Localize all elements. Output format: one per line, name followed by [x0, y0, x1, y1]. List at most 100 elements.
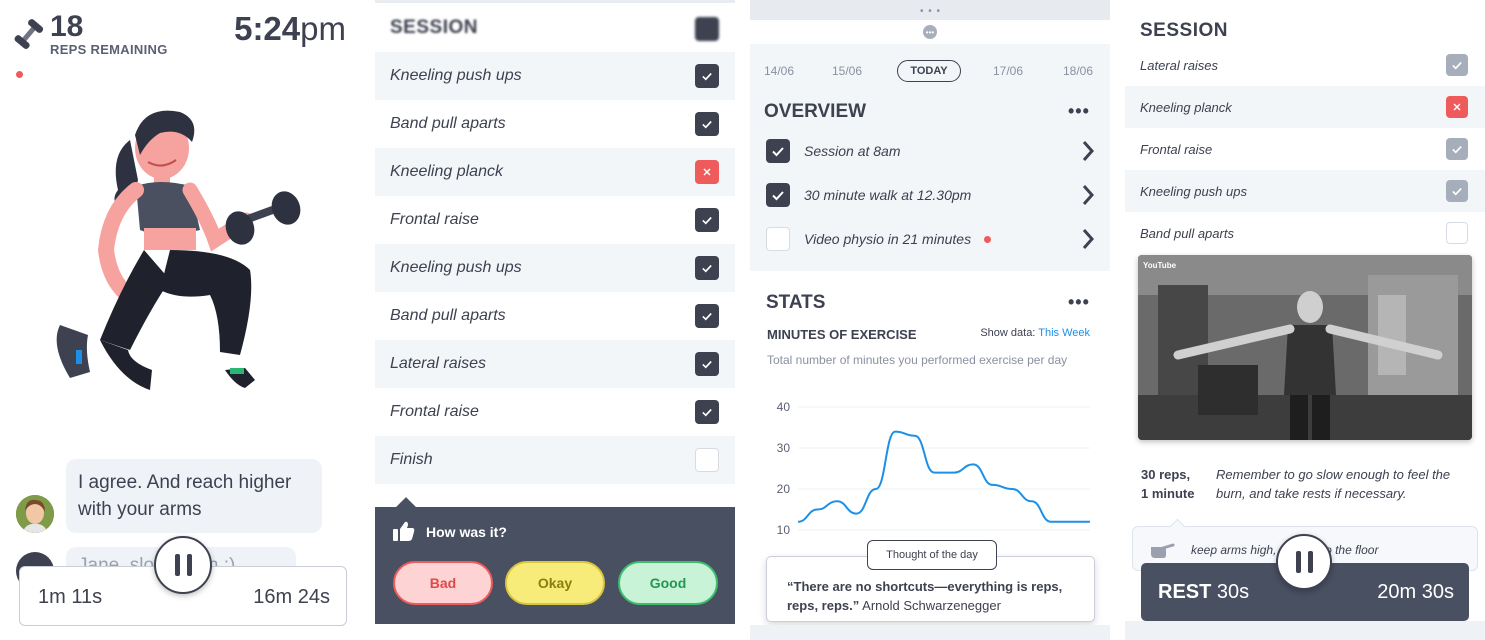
- exercise-instruction: Remember to go slow enough to feel the b…: [1216, 467, 1451, 501]
- session-item[interactable]: Finish: [375, 436, 735, 484]
- date-tab[interactable]: 14/06: [764, 64, 794, 78]
- check-icon: [1452, 187, 1462, 196]
- session-item[interactable]: Band pull aparts: [1125, 212, 1485, 254]
- drag-dots-icon: • • •: [920, 6, 942, 17]
- metric-title: MINUTES OF EXERCISE: [767, 327, 917, 342]
- session-item-checkbox[interactable]: [695, 400, 719, 424]
- session-title: SESSION: [1140, 20, 1228, 41]
- date-tab-today[interactable]: TODAY: [897, 60, 961, 82]
- check-icon: [702, 408, 712, 417]
- session-item-label: Finish: [390, 451, 433, 468]
- session-item-checkbox[interactable]: [695, 208, 719, 232]
- overview-card: 14/06 15/06 TODAY 17/06 18/06 OVERVIEW •…: [750, 44, 1110, 271]
- session-item-label: Band pull aparts: [390, 115, 506, 132]
- date-tab[interactable]: 18/06: [1063, 64, 1093, 78]
- overview-item[interactable]: Session at 8am: [766, 139, 1096, 163]
- video-frame: [1138, 255, 1472, 440]
- session-item[interactable]: Kneeling push ups: [375, 244, 735, 292]
- overview-item[interactable]: Video physio in 21 minutes: [766, 227, 1096, 251]
- session-item-checkbox[interactable]: [695, 112, 719, 136]
- session-item-checkbox[interactable]: [695, 256, 719, 280]
- chart-description: Total number of minutes you performed ex…: [767, 353, 1068, 367]
- session-item[interactable]: Frontal raise: [1125, 128, 1485, 170]
- session-item[interactable]: Kneeling planck: [1125, 86, 1485, 128]
- rest-time: 30s: [1216, 581, 1250, 603]
- coach-avatar[interactable]: [16, 495, 54, 533]
- quote-author: Arnold Schwarzenegger: [862, 598, 1001, 613]
- reps-info: 30 reps, 1 minute: [1141, 465, 1194, 503]
- session-item-label: Kneeling push ups: [1140, 183, 1247, 199]
- session-item-checkbox[interactable]: [695, 352, 719, 376]
- session-item[interactable]: Frontal raise: [375, 196, 735, 244]
- clock: 5:24pm: [234, 10, 346, 48]
- overview-checkbox[interactable]: [766, 139, 790, 163]
- bad-button[interactable]: Bad: [393, 561, 493, 605]
- overview-item[interactable]: 30 minute walk at 12.30pm: [766, 183, 1096, 207]
- session-item-checkbox[interactable]: [1446, 222, 1468, 244]
- y-tick-label: 10: [777, 523, 791, 537]
- youtube-logo: YouTube: [1143, 261, 1177, 270]
- session-item-label: Kneeling push ups: [390, 259, 522, 276]
- drag-handle-bar[interactable]: • • •: [750, 0, 1110, 20]
- session-item-checkbox[interactable]: [1446, 54, 1468, 76]
- feedback-panel: How was it? Bad Okay Good: [375, 497, 735, 624]
- stats-more-icon[interactable]: •••: [1068, 292, 1090, 313]
- session-item[interactable]: Frontal raise: [375, 388, 735, 436]
- show-data-value[interactable]: This Week: [1038, 327, 1090, 339]
- session-item-checkbox[interactable]: [695, 64, 719, 88]
- overview-item-label: Video physio in 21 minutes: [804, 231, 972, 247]
- session-item-checkbox[interactable]: [1446, 138, 1468, 160]
- check-icon: [772, 147, 784, 157]
- session-item-checkbox[interactable]: [695, 448, 719, 472]
- check-icon: [1452, 61, 1462, 70]
- session-item-checkbox[interactable]: [1446, 180, 1468, 202]
- session-item-label: Frontal raise: [1140, 141, 1213, 157]
- show-data-filter[interactable]: Show data: This Week: [980, 327, 1090, 339]
- session-item-label: Frontal raise: [390, 211, 479, 228]
- chat-message-coach: I agree. And reach higher with your arms: [66, 459, 322, 533]
- pause-button[interactable]: [1276, 534, 1332, 590]
- overview-title: OVERVIEW: [764, 101, 867, 122]
- thought-of-day-label: Thought of the day: [867, 540, 997, 570]
- session-item[interactable]: Kneeling push ups: [1125, 170, 1485, 212]
- session-item-label: Kneeling planck: [390, 163, 503, 180]
- session-item-label: Lateral raises: [390, 355, 487, 372]
- exercise-video[interactable]: YouTube: [1138, 255, 1472, 440]
- overview-more-icon[interactable]: •••: [1068, 101, 1090, 122]
- session-item-checkbox[interactable]: [695, 304, 719, 328]
- pause-icon: [174, 554, 180, 576]
- session-checklist-screen: SESSION Kneeling push ups Band pull apart…: [375, 0, 735, 640]
- check-icon: [702, 312, 712, 321]
- session-item-checkbox[interactable]: [1446, 96, 1468, 118]
- y-tick-label: 30: [777, 441, 791, 455]
- date-tab[interactable]: 17/06: [993, 64, 1023, 78]
- session-item[interactable]: Band pull aparts: [375, 292, 735, 340]
- check-icon: [772, 191, 784, 201]
- session-item[interactable]: Lateral raises: [1125, 44, 1485, 86]
- check-icon: [702, 72, 712, 81]
- more-icon[interactable]: •••: [923, 25, 937, 39]
- session-item[interactable]: Kneeling planck: [375, 148, 735, 196]
- check-icon: [1452, 145, 1462, 154]
- tip-notch: [1169, 518, 1186, 535]
- overview-checkbox[interactable]: [766, 227, 790, 251]
- session-item[interactable]: Kneeling push ups: [375, 52, 735, 100]
- overview-item-label: Session at 8am: [804, 143, 901, 159]
- overview-checkbox[interactable]: [766, 183, 790, 207]
- workout-screen: 18 REPS REMAINING 5:24pm I agree. And re…: [0, 0, 360, 640]
- check-icon: [702, 120, 712, 129]
- reps-count-text: 30 reps,: [1141, 467, 1191, 482]
- pause-button[interactable]: [154, 536, 212, 594]
- pause-icon: [1295, 551, 1301, 573]
- exercise-line-chart: 40 30 20 10: [777, 400, 1091, 537]
- live-indicator-dot: [16, 71, 23, 78]
- session-item-checkbox[interactable]: [695, 160, 719, 184]
- session-item[interactable]: Band pull aparts: [375, 100, 735, 148]
- session-item-label: Kneeling push ups: [390, 67, 522, 84]
- session-item[interactable]: Lateral raises: [375, 340, 735, 388]
- good-button[interactable]: Good: [618, 561, 718, 605]
- okay-button[interactable]: Okay: [505, 561, 605, 605]
- date-tab[interactable]: 15/06: [832, 64, 862, 78]
- session-master-checkbox[interactable]: [695, 17, 719, 41]
- feedback-question: How was it?: [426, 524, 507, 540]
